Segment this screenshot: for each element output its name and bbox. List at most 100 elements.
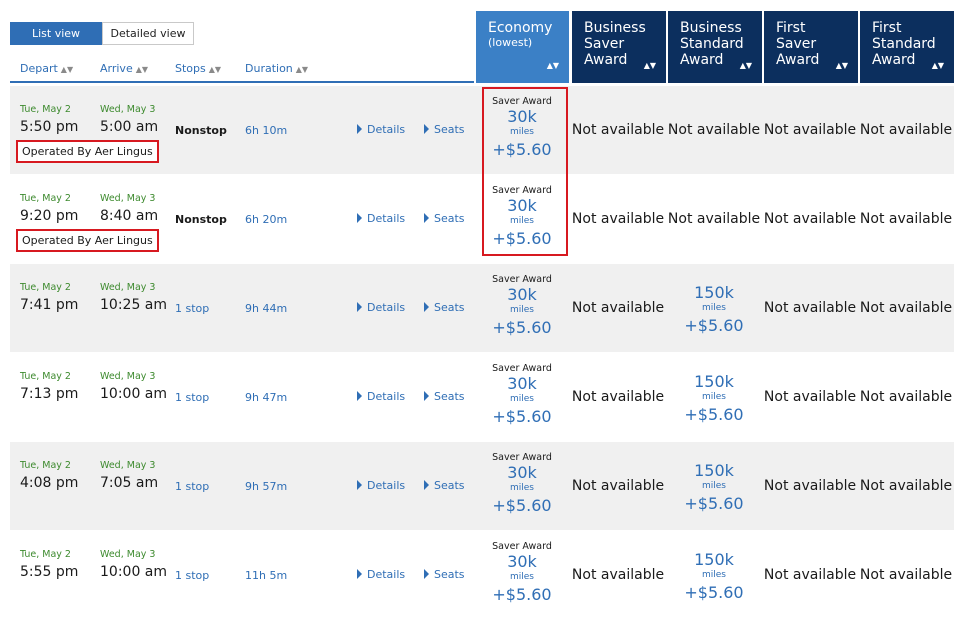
economy-header-title: Economy <box>488 20 553 36</box>
first-saver-fare: Not available <box>763 211 857 227</box>
business-standard-fare[interactable]: 150k miles +$5.60 <box>668 264 760 352</box>
seats-link[interactable]: Seats <box>424 301 465 314</box>
stops-link[interactable]: 1 stop <box>175 302 209 315</box>
arrive-date: Wed, May 3 <box>100 104 156 115</box>
caret-right-icon <box>357 569 362 579</box>
duration-header-label: Duration <box>245 62 293 75</box>
duration-value: 9h 47m <box>245 391 288 404</box>
seats-link[interactable]: Seats <box>424 390 465 403</box>
duration-value: 9h 44m <box>245 302 288 315</box>
business-saver-fare: Not available <box>571 211 665 227</box>
flight-row: Tue, May 2 7:41 pm Wed, May 3 10:25 am 1… <box>10 264 954 352</box>
duration-sort-header[interactable]: Duration ▲▼ <box>245 62 308 75</box>
list-view-button[interactable]: List view <box>10 22 102 45</box>
stops-link[interactable]: 1 stop <box>175 480 209 493</box>
fare-taxes: +$5.60 <box>684 405 744 424</box>
depart-date: Tue, May 2 <box>20 282 71 293</box>
stops-sort-header[interactable]: Stops ▲▼ <box>175 62 221 75</box>
sort-arrows-icon: ▲▼ <box>135 65 149 74</box>
business-standard-fare[interactable]: 150k miles +$5.60 <box>668 442 760 530</box>
caret-right-icon <box>357 302 362 312</box>
economy-fare[interactable]: Saver Award 30k miles +$5.60 <box>476 86 568 174</box>
sort-arrows-icon: ▲▼ <box>546 61 559 70</box>
economy-fare-header[interactable]: Economy (lowest) ▲▼ <box>476 11 569 83</box>
stops-value: Nonstop <box>175 213 227 226</box>
depart-date: Tue, May 2 <box>20 460 71 471</box>
fare-miles-unit: miles <box>702 303 726 313</box>
business-standard-fare[interactable]: 150k miles +$5.60 <box>668 353 760 441</box>
first-saver-fare: Not available <box>763 389 857 405</box>
fare-miles-unit: miles <box>702 481 726 491</box>
first-standard-fare: Not available <box>859 122 953 138</box>
depart-date: Tue, May 2 <box>20 549 71 560</box>
business-standard-fare: Not available <box>667 211 761 227</box>
flight-row: Tue, May 2 5:50 pm Wed, May 3 5:00 am No… <box>10 86 954 174</box>
stops-link[interactable]: 1 stop <box>175 569 209 582</box>
details-link[interactable]: Details <box>357 123 405 136</box>
caret-right-icon <box>424 480 429 490</box>
sort-arrows-icon: ▲▼ <box>931 61 944 70</box>
business-standard-header[interactable]: Business Standard Award ▲▼ <box>668 11 762 83</box>
caret-right-icon <box>424 569 429 579</box>
operated-by-note: Operated By Aer Lingus <box>16 140 159 163</box>
sort-arrows-icon: ▲▼ <box>295 65 309 74</box>
caret-right-icon <box>357 480 362 490</box>
first-standard-fare: Not available <box>859 478 953 494</box>
depart-time: 5:55 pm <box>20 564 79 580</box>
depart-time: 4:08 pm <box>20 475 79 491</box>
seats-link[interactable]: Seats <box>424 212 465 225</box>
flight-row: Tue, May 2 4:08 pm Wed, May 3 7:05 am 1 … <box>10 442 954 530</box>
details-label: Details <box>367 479 406 492</box>
fare-miles: 30k <box>507 374 537 393</box>
details-label: Details <box>367 568 406 581</box>
arrive-time: 10:00 am <box>100 564 168 580</box>
fare-miles-unit: miles <box>510 305 534 315</box>
arrive-time: 5:00 am <box>100 119 159 135</box>
details-link[interactable]: Details <box>357 479 405 492</box>
seats-link[interactable]: Seats <box>424 568 465 581</box>
fare-miles: 30k <box>507 285 537 304</box>
operated-by-note: Operated By Aer Lingus <box>16 229 159 252</box>
arrive-sort-header[interactable]: Arrive ▲▼ <box>100 62 148 75</box>
business-saver-fare: Not available <box>571 300 665 316</box>
arrive-date: Wed, May 3 <box>100 282 156 293</box>
details-link[interactable]: Details <box>357 568 405 581</box>
economy-fare[interactable]: Saver Award 30k miles +$5.60 <box>476 531 568 618</box>
first-saver-header[interactable]: First Saver Award ▲▼ <box>764 11 858 83</box>
fare-taxes: +$5.60 <box>684 316 744 335</box>
details-label: Details <box>367 390 406 403</box>
caret-right-icon <box>424 213 429 223</box>
stops-link[interactable]: 1 stop <box>175 391 209 404</box>
caret-right-icon <box>357 124 362 134</box>
seats-link[interactable]: Seats <box>424 123 465 136</box>
business-standard-fare[interactable]: 150k miles +$5.60 <box>668 531 760 618</box>
business-saver-header[interactable]: Business Saver Award ▲▼ <box>572 11 666 83</box>
depart-sort-header[interactable]: Depart ▲▼ <box>20 62 73 75</box>
arrive-date: Wed, May 3 <box>100 193 156 204</box>
first-standard-fare: Not available <box>859 300 953 316</box>
duration-value: 6h 10m <box>245 124 288 137</box>
business-saver-fare: Not available <box>571 567 665 583</box>
economy-fare[interactable]: Saver Award 30k miles +$5.60 <box>476 264 568 352</box>
economy-fare[interactable]: Saver Award 30k miles +$5.60 <box>476 353 568 441</box>
details-link[interactable]: Details <box>357 390 405 403</box>
detailed-view-button[interactable]: Detailed view <box>102 22 194 45</box>
depart-time: 5:50 pm <box>20 119 79 135</box>
economy-fare[interactable]: Saver Award 30k miles +$5.60 <box>476 442 568 530</box>
caret-right-icon <box>357 213 362 223</box>
duration-value: 6h 20m <box>245 213 288 226</box>
details-link[interactable]: Details <box>357 212 405 225</box>
fare-miles-unit: miles <box>702 392 726 402</box>
first-standard-header-title: First Standard Award <box>872 20 936 68</box>
fare-miles-unit: miles <box>510 127 534 137</box>
first-saver-fare: Not available <box>763 478 857 494</box>
first-standard-header[interactable]: First Standard Award ▲▼ <box>860 11 954 83</box>
details-link[interactable]: Details <box>357 301 405 314</box>
fare-miles: 150k <box>694 372 734 391</box>
fare-miles-unit: miles <box>510 394 534 404</box>
header-divider <box>10 81 474 83</box>
seats-link[interactable]: Seats <box>424 479 465 492</box>
business-saver-header-title: Business Saver Award <box>584 20 646 68</box>
business-saver-fare: Not available <box>571 478 665 494</box>
economy-fare[interactable]: Saver Award 30k miles +$5.60 <box>476 175 568 263</box>
